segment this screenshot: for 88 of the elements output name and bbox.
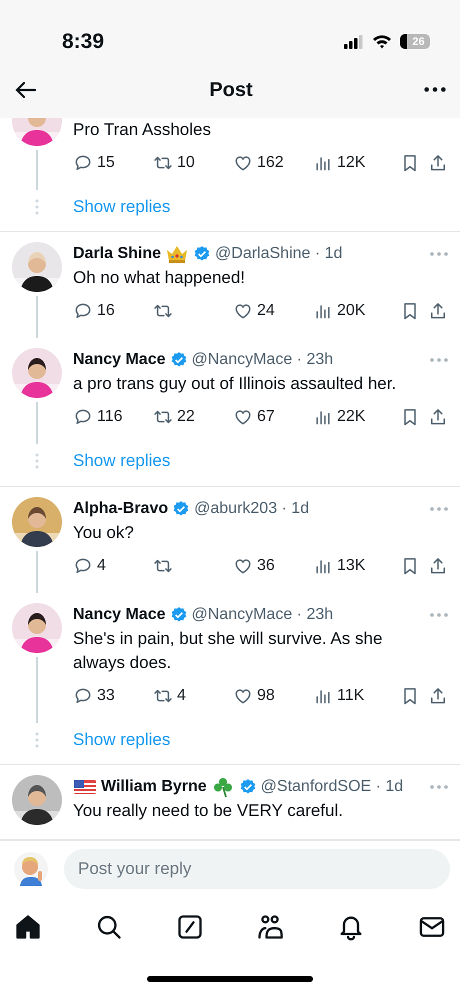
action-count: 22K bbox=[337, 407, 366, 428]
author-name: Darla Shine bbox=[73, 244, 162, 264]
reply-icon bbox=[73, 152, 93, 173]
action-count: 22 bbox=[177, 407, 195, 428]
repost-button[interactable]: 22 bbox=[153, 405, 233, 430]
post-text: She's in pain, but she will survive. As she always does. bbox=[73, 628, 384, 674]
repost-button[interactable]: 4 bbox=[153, 684, 233, 708]
reply-icon bbox=[73, 686, 93, 706]
like-button[interactable]: 98 bbox=[233, 684, 313, 708]
author-name: Nancy Mace bbox=[73, 350, 166, 370]
tab-button[interactable] bbox=[256, 913, 284, 942]
like-button[interactable]: 36 bbox=[233, 554, 313, 578]
reply-button[interactable]: 4 bbox=[73, 554, 153, 578]
dots-icon bbox=[35, 732, 39, 748]
like-button[interactable]: 162 bbox=[233, 150, 313, 175]
more-icon bbox=[424, 87, 446, 92]
action-count: 20K bbox=[337, 301, 366, 322]
compose-icon bbox=[176, 913, 204, 942]
wifi-icon bbox=[372, 34, 392, 50]
share-button[interactable] bbox=[428, 556, 448, 576]
action-count: 15 bbox=[97, 152, 115, 173]
share-icon bbox=[428, 152, 448, 173]
action-count: 162 bbox=[257, 152, 284, 173]
post-meta: @DarlaShine · 1d bbox=[215, 244, 342, 264]
more-button[interactable] bbox=[424, 87, 446, 92]
post-text: Oh no what happened! bbox=[73, 267, 246, 290]
post-meta: @NancyMace · 23h bbox=[192, 604, 334, 625]
post-meta: @StanfordSOE · 1d bbox=[260, 777, 404, 798]
more-icon bbox=[430, 358, 448, 362]
action-count: 13K bbox=[337, 556, 366, 576]
action-count: 4 bbox=[97, 556, 106, 576]
reply-icon bbox=[73, 556, 93, 576]
tab-button[interactable] bbox=[14, 913, 42, 942]
views-button[interactable]: 13K bbox=[313, 554, 400, 578]
share-icon bbox=[428, 301, 448, 322]
dots-icon bbox=[35, 198, 39, 215]
action-count: 116 bbox=[97, 407, 123, 428]
share-button[interactable] bbox=[428, 407, 448, 428]
more-icon bbox=[430, 612, 448, 617]
share-icon bbox=[428, 556, 448, 576]
tab-button[interactable] bbox=[176, 913, 204, 942]
post-meta: @NancyMace · 23h bbox=[192, 350, 334, 370]
post-text: You really need to be VERY careful. bbox=[73, 800, 344, 822]
action-count: 12K bbox=[337, 152, 366, 173]
share-button[interactable] bbox=[428, 686, 448, 706]
views-button[interactable]: 22K bbox=[313, 405, 400, 430]
reply-button[interactable]: 15 bbox=[73, 150, 153, 175]
like-button[interactable]: 67 bbox=[233, 405, 313, 430]
action-count: 98 bbox=[257, 686, 275, 706]
action-count: 36 bbox=[257, 556, 275, 576]
action-count: 67 bbox=[257, 407, 275, 428]
action-count: 24 bbox=[257, 301, 275, 322]
views-button[interactable]: 20K bbox=[313, 299, 400, 324]
views-button[interactable]: 12K bbox=[313, 150, 400, 175]
post-text: a pro trans guy out of Illinois assaulted her. bbox=[73, 373, 398, 396]
author-name: William Byrne bbox=[101, 777, 207, 798]
reply-field[interactable]: Post your reply bbox=[64, 848, 450, 889]
home-icon bbox=[14, 913, 42, 942]
action-count: 4 bbox=[177, 686, 186, 706]
like-button[interactable]: 24 bbox=[233, 299, 313, 324]
reply-button[interactable]: 33 bbox=[73, 684, 153, 708]
action-count: 11K bbox=[337, 686, 364, 706]
more-icon bbox=[430, 785, 448, 790]
dots-icon bbox=[35, 453, 39, 470]
share-button[interactable] bbox=[428, 301, 448, 322]
post-text: You ok? bbox=[73, 522, 135, 544]
more-icon bbox=[430, 252, 448, 256]
author-name: Alpha-Bravo bbox=[73, 498, 168, 519]
people-icon bbox=[256, 913, 284, 942]
views-button[interactable]: 11K bbox=[313, 684, 400, 708]
post-meta: @aburk203 · 1d bbox=[194, 498, 310, 519]
share-button[interactable] bbox=[428, 152, 448, 173]
page-title: Post bbox=[209, 78, 253, 103]
share-icon bbox=[428, 686, 448, 706]
post-text: Pro Tran Assholes bbox=[73, 118, 212, 141]
share-icon bbox=[428, 407, 448, 428]
signal-icon bbox=[344, 34, 364, 49]
repost-button[interactable]: 10 bbox=[153, 150, 233, 175]
author-name: Nancy Mace bbox=[73, 604, 166, 625]
action-count: 33 bbox=[97, 686, 115, 706]
status-time: 8:39 bbox=[62, 29, 104, 56]
reply-button[interactable]: 16 bbox=[73, 299, 153, 324]
action-count: 10 bbox=[177, 152, 195, 173]
memoji-avatar-icon bbox=[14, 852, 48, 886]
reply-button[interactable]: 116 bbox=[73, 405, 153, 430]
battery-indicator: 26 bbox=[400, 34, 430, 50]
action-count: 16 bbox=[97, 301, 115, 322]
more-icon bbox=[430, 506, 448, 511]
